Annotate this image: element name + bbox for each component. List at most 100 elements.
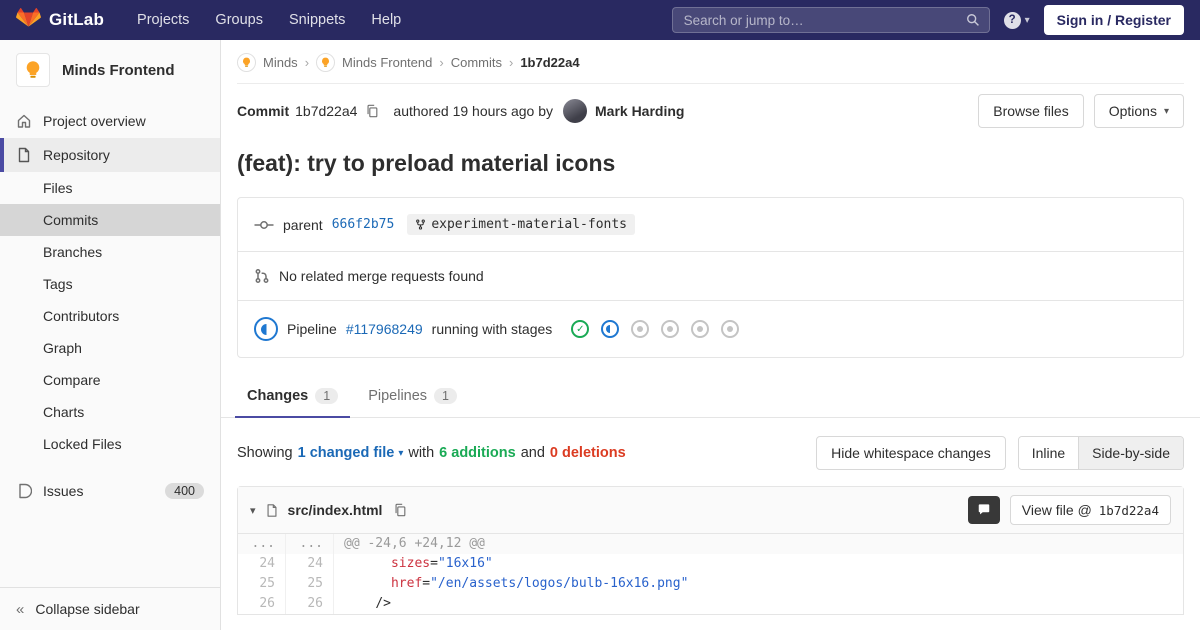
commit-icon <box>254 220 274 229</box>
diff-file-path[interactable]: src/index.html <box>288 502 383 518</box>
stage-status-icon-created[interactable] <box>631 320 650 338</box>
old-line-number[interactable]: 24 <box>238 554 286 574</box>
diff-code: href="/en/assets/logos/bulb-16x16.png" <box>334 574 1183 594</box>
home-icon <box>17 114 31 128</box>
breadcrumb-current-sha: 1b7d22a4 <box>520 55 580 70</box>
help-dropdown[interactable] <box>1003 11 1030 29</box>
changed-files-dropdown[interactable]: 1 changed file <box>298 445 404 461</box>
tab-changes[interactable]: Changes 1 <box>235 374 351 418</box>
code-token: = <box>430 556 438 571</box>
tanuki-icon <box>16 8 41 32</box>
sidebar-item-charts[interactable]: Charts <box>0 396 220 428</box>
options-dropdown-button[interactable]: Options <box>1093 94 1184 128</box>
sidebar-item-label: Project overview <box>43 113 146 129</box>
inline-view-button[interactable]: Inline <box>1018 437 1079 469</box>
lightbulb-icon <box>243 57 250 67</box>
new-line-number[interactable]: 25 <box>286 574 334 594</box>
sidebar-item-issues[interactable]: Issues 400 <box>0 474 220 508</box>
collapse-diff-caret[interactable] <box>250 504 256 517</box>
view-file-button[interactable]: View file @ 1b7d22a4 <box>1009 495 1171 525</box>
sidebar-item-contributors[interactable]: Contributors <box>0 300 220 332</box>
sidebar-item-graph[interactable]: Graph <box>0 332 220 364</box>
stage-status-icon-created[interactable] <box>661 320 680 338</box>
pipeline-id-link[interactable]: #117968249 <box>346 321 423 337</box>
diff-file-header: src/index.html View file @ 1b7d22a4 <box>238 487 1183 534</box>
breadcrumb-group[interactable]: Minds <box>263 55 298 70</box>
sidebar-item-project-overview[interactable]: Project overview <box>0 104 220 138</box>
tab-pipelines[interactable]: Pipelines 1 <box>356 374 469 418</box>
breadcrumb-project[interactable]: Minds Frontend <box>342 55 432 70</box>
merge-requests-row: No related merge requests found <box>238 251 1183 300</box>
browse-files-button[interactable]: Browse files <box>978 94 1084 128</box>
code-token: /> <box>375 596 391 611</box>
diff-line: 25 25 href="/en/assets/logos/bulb-16x16.… <box>238 574 1183 594</box>
breadcrumb-commits[interactable]: Commits <box>451 55 502 70</box>
sidebar-item-commits[interactable]: Commits <box>0 204 220 236</box>
diff-line: 26 26 /> <box>238 594 1183 614</box>
nav-groups[interactable]: Groups <box>204 0 274 40</box>
toggle-comments-button[interactable] <box>967 496 1000 524</box>
signin-register-button[interactable]: Sign in / Register <box>1043 5 1184 35</box>
commit-info-box: parent 666f2b75 experiment-material-font… <box>237 197 1184 358</box>
chevron-down-icon <box>398 448 403 459</box>
project-avatar-small <box>316 53 336 72</box>
search-icon <box>966 13 980 27</box>
with-label: with <box>408 445 435 461</box>
author-name[interactable]: Mark Harding <box>595 103 684 119</box>
copy-file-path-button[interactable] <box>391 501 409 519</box>
copy-icon <box>367 104 378 118</box>
copy-sha-button[interactable] <box>363 102 381 120</box>
project-context-header[interactable]: Minds Frontend <box>0 40 220 100</box>
diff-table: ... ... @@ -24,6 +24,12 @@ 24 24 sizes="… <box>238 534 1183 614</box>
sidebar-item-repository[interactable]: Repository <box>0 138 220 172</box>
stage-status-icon-created[interactable] <box>691 320 710 338</box>
pipeline-row: Pipeline #117968249 running with stages <box>238 300 1183 357</box>
side-by-side-view-button[interactable]: Side-by-side <box>1078 437 1183 469</box>
branch-ref-chip[interactable]: experiment-material-fonts <box>407 214 635 235</box>
sidebar-item-files[interactable]: Files <box>0 172 220 204</box>
gitlab-logo[interactable]: GitLab <box>16 8 104 32</box>
old-line-number[interactable]: 26 <box>238 594 286 614</box>
breadcrumb-separator: › <box>304 55 310 70</box>
commit-label: Commit <box>237 103 290 119</box>
parent-sha-link[interactable]: 666f2b75 <box>332 217 395 232</box>
code-token: = <box>422 576 431 591</box>
view-file-label: View file @ <box>1021 502 1092 518</box>
sidebar-item-label: Repository <box>43 147 110 163</box>
authored-text: authored 19 hours ago by <box>393 103 553 119</box>
stage-status-icon-running[interactable] <box>601 320 620 338</box>
main-content: Minds › Minds Frontend › Commits › 1b7d2… <box>221 40 1200 630</box>
sidebar-item-tags[interactable]: Tags <box>0 268 220 300</box>
pipeline-status-icon-running[interactable] <box>254 317 278 341</box>
author-avatar[interactable] <box>563 99 587 123</box>
additions-count: 6 additions <box>439 445 516 461</box>
code-token: "16x16" <box>437 556 493 571</box>
parent-row: parent 666f2b75 experiment-material-font… <box>238 198 1183 251</box>
global-search[interactable] <box>671 7 990 33</box>
search-input[interactable] <box>681 11 966 29</box>
diff-hunk-row: ... ... @@ -24,6 +24,12 @@ <box>238 534 1183 554</box>
nav-projects[interactable]: Projects <box>126 0 200 40</box>
new-line-number[interactable]: 24 <box>286 554 334 574</box>
pipeline-mini-graph <box>571 320 740 338</box>
new-line-number[interactable]: 26 <box>286 594 334 614</box>
collapse-label: Collapse sidebar <box>35 601 140 617</box>
nav-snippets[interactable]: Snippets <box>278 0 356 40</box>
help-icon <box>1003 11 1021 29</box>
stage-status-icon-created[interactable] <box>721 320 740 338</box>
sidebar-item-compare[interactable]: Compare <box>0 364 220 396</box>
commit-title: (feat): try to preload material icons <box>237 150 616 176</box>
sidebar-item-branches[interactable]: Branches <box>0 236 220 268</box>
copy-icon <box>395 503 406 517</box>
old-line-number[interactable]: 25 <box>238 574 286 594</box>
nav-help[interactable]: Help <box>360 0 412 40</box>
collapse-sidebar-button[interactable]: Collapse sidebar <box>0 587 220 630</box>
branch-name: experiment-material-fonts <box>431 217 627 232</box>
project-avatar <box>16 53 50 87</box>
chevron-down-icon <box>1025 15 1030 26</box>
sidebar-item-locked-files[interactable]: Locked Files <box>0 428 220 460</box>
stage-status-icon-passed[interactable] <box>571 320 590 338</box>
hide-whitespace-button[interactable]: Hide whitespace changes <box>816 436 1006 470</box>
options-label: Options <box>1108 103 1157 119</box>
